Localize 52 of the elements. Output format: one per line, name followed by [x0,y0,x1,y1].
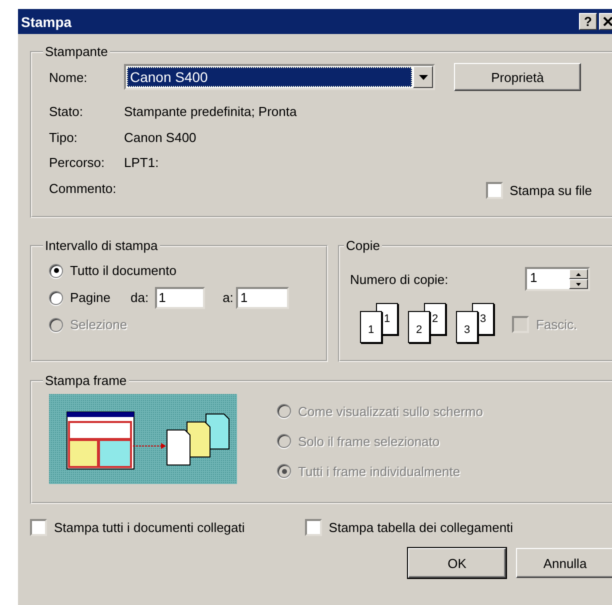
checkbox[interactable] [486,182,503,199]
checkbox-label: Stampa tutti i documenti collegati [54,520,245,535]
radio-label: Come visualizzati sullo schermo [298,404,483,418]
checkbox-label: Stampa su file [510,183,592,198]
dropdown-value: Canon S400 [127,67,412,87]
radio-button[interactable] [49,264,63,278]
spinner-value: 1 [529,269,538,287]
page-sheet: 1 [360,311,382,343]
checkbox-label: Stampa tabella dei collegamenti [328,520,514,535]
checkbox[interactable] [304,519,322,536]
radio-button[interactable] [49,290,63,304]
down-arrow-icon [576,282,581,286]
radio-label: Pagine [70,290,110,305]
page-sheet: 2 [408,311,430,343]
info-label: Tipo: [49,130,78,145]
group-legend: Stampa frame [43,373,129,388]
to-page-field[interactable]: 1 [236,286,290,308]
copies-spinner[interactable]: 1 [525,267,590,291]
info-label: Percorso: [49,155,106,170]
properties-button[interactable]: Proprietà [454,63,581,91]
radio-label: Tutto il documento [70,263,176,278]
close-button[interactable] [599,13,612,30]
checkbox[interactable] [30,519,47,536]
group-legend: Copie [344,238,382,253]
field-label: da: [130,290,149,305]
caret-icon [418,74,428,80]
info-value: Canon S400 [124,130,196,145]
dropdown-arrow-button[interactable] [413,66,433,88]
dialog-button[interactable]: Annulla [516,548,612,578]
info-value: Stampante predefinita; Pronta [124,104,297,120]
up-arrow-icon [576,272,581,276]
info-label: Commento: [49,180,118,196]
radio-label: Selezione [70,317,128,332]
group-legend: Intervallo di stampa [43,238,160,253]
from-page-field[interactable]: 1 [154,286,205,308]
close-icon [603,17,612,26]
help-button[interactable]: ? [579,13,597,30]
dialog-button[interactable]: OK [408,548,506,578]
page-sheet: 3 [456,311,478,343]
info-label: Stato: [49,104,84,120]
radio-label: Tutti i frame individualmente [298,464,460,478]
spin-up-button[interactable] [569,269,588,279]
printer-dropdown[interactable]: Canon S400 [124,64,435,90]
checkbox-label: Fascic. [536,316,578,332]
field-label: Nome: [49,70,88,84]
spin-down-button[interactable] [569,279,588,289]
field-label: Numero di copie: [350,272,448,286]
radio-label: Solo il frame selezionato [298,434,440,448]
window-title: Stampa [21,14,73,30]
info-value: LPT1: [124,155,159,170]
field-label: a: [222,290,234,305]
group-legend: Stampante [43,44,110,59]
